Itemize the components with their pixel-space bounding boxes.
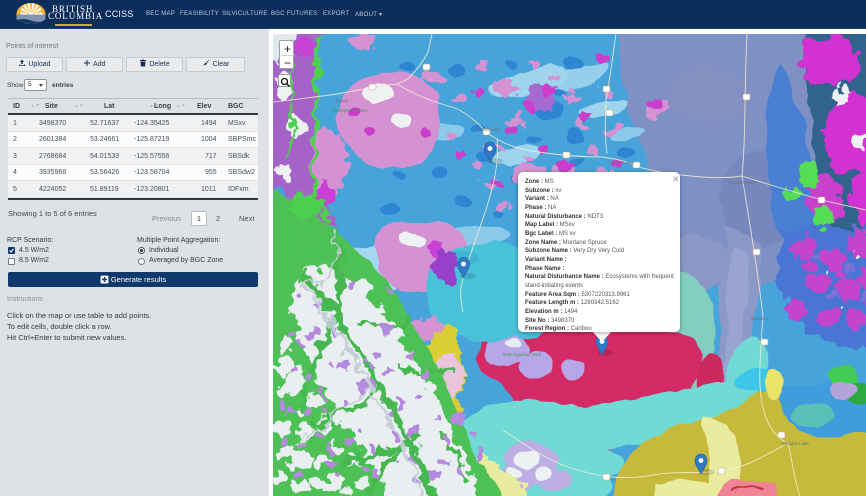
svg-text:Burns Lake: Burns Lake bbox=[478, 127, 501, 132]
svg-text:Topley: Topley bbox=[335, 98, 349, 103]
svg-text:Quesnel: Quesnel bbox=[751, 316, 768, 321]
svg-text:Itcha Ilgachuz Park: Itcha Ilgachuz Park bbox=[503, 352, 542, 357]
svg-text:Fraser Lake: Fraser Lake bbox=[609, 160, 634, 165]
svg-text:Williams Lake: Williams Lake bbox=[781, 441, 809, 446]
svg-text:Prince George: Prince George bbox=[728, 180, 758, 185]
svg-text:Tweedsmuir Park: Tweedsmuir Park bbox=[333, 108, 369, 113]
